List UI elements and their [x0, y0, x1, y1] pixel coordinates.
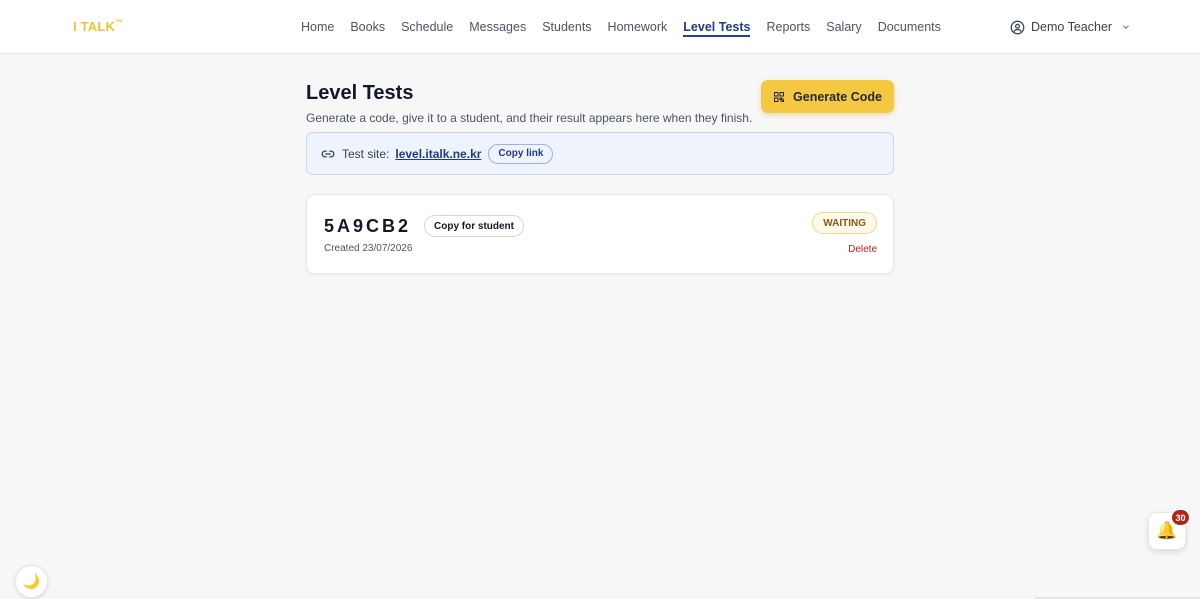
- nav-homework[interactable]: Homework: [600, 0, 676, 54]
- nav-label: Books: [350, 20, 386, 34]
- top-navbar: I TALK™ Home Books Schedule Messages Stu…: [0, 0, 1200, 54]
- level-test-code-card: 5A9CB2 Copy for student Created 23/07/20…: [306, 194, 894, 274]
- nav-students[interactable]: Students: [534, 0, 599, 54]
- link-icon: [321, 149, 335, 158]
- qr-code-icon: [774, 91, 785, 102]
- page-subtitle: Generate a code, give it to a student, a…: [306, 111, 753, 125]
- nav-documents[interactable]: Documents: [870, 0, 949, 54]
- nav-label: Level Tests: [683, 20, 751, 34]
- delete-button[interactable]: Delete: [848, 244, 877, 255]
- nav-level-tests[interactable]: Level Tests: [675, 0, 758, 54]
- nav-label: Schedule: [401, 20, 454, 34]
- notification-count-badge: 30: [1171, 509, 1190, 526]
- nav-label: Home: [301, 20, 335, 34]
- generate-code-button[interactable]: Generate Code: [761, 80, 894, 113]
- copy-for-student-button[interactable]: Copy for student: [424, 215, 524, 237]
- main-nav: Home Books Schedule Messages Students Ho…: [293, 0, 949, 54]
- generate-code-label: Generate Code: [793, 89, 882, 104]
- logo-trademark: ™: [115, 18, 124, 27]
- nav-label: Reports: [766, 20, 811, 34]
- status-badge: WAITING: [812, 212, 877, 234]
- test-site-label: Test site:: [342, 146, 390, 161]
- nav-books[interactable]: Books: [342, 0, 393, 54]
- test-site-link[interactable]: level.italk.ne.kr: [395, 147, 481, 161]
- user-menu[interactable]: Demo Teacher: [1010, 0, 1131, 54]
- logo[interactable]: I TALK™: [73, 18, 124, 34]
- test-site-banner: Test site: level.italk.ne.kr Copy link: [306, 132, 894, 175]
- nav-label: Messages: [469, 20, 527, 34]
- test-code: 5A9CB2: [324, 216, 412, 236]
- user-circle-icon: [1010, 20, 1025, 34]
- copy-link-button[interactable]: Copy link: [488, 143, 554, 164]
- nav-label: Salary: [826, 20, 862, 34]
- created-date: Created 23/07/2026: [324, 243, 413, 254]
- nav-messages[interactable]: Messages: [461, 0, 534, 54]
- active-nav-underline: [683, 35, 751, 37]
- nav-home[interactable]: Home: [293, 0, 342, 54]
- nav-label: Documents: [877, 20, 941, 34]
- nav-salary[interactable]: Salary: [818, 0, 869, 54]
- nav-label: Students: [542, 20, 592, 34]
- nav-schedule[interactable]: Schedule: [393, 0, 461, 54]
- page-title: Level Tests: [306, 82, 414, 104]
- chevron-down-icon: [1123, 25, 1129, 29]
- nav-reports[interactable]: Reports: [758, 0, 818, 54]
- user-name: Demo Teacher: [1031, 20, 1113, 34]
- logo-text: I TALK: [73, 19, 116, 34]
- moon-icon: 🌙: [22, 573, 41, 589]
- nav-label: Homework: [607, 20, 668, 34]
- theme-toggle-button[interactable]: 🌙: [15, 565, 48, 598]
